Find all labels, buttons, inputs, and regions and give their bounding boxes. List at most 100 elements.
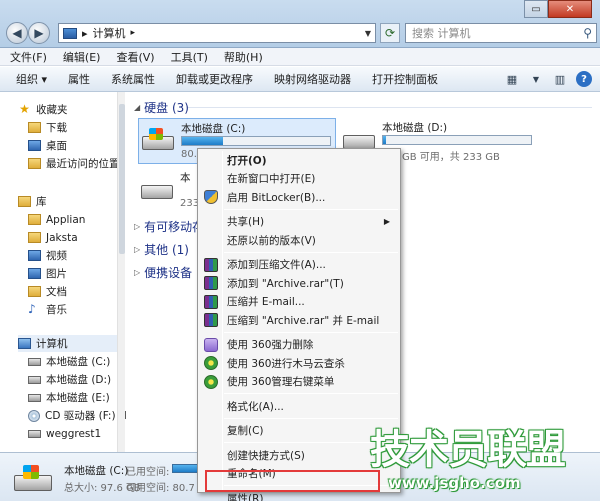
address-bar[interactable]: ▸ 计算机 ▸ ▼ (58, 23, 376, 43)
menu-item-compress-and-email[interactable]: 压缩并 E-mail... (200, 293, 398, 311)
expand-icon[interactable]: ▷ (134, 268, 140, 277)
group-other[interactable]: ▷ 其他 (1) (134, 241, 189, 258)
group-title: 有可移动存 (144, 220, 205, 234)
scrollbar-thumb[interactable] (119, 104, 125, 254)
sidebar-item-music[interactable]: ♪ 音乐 (28, 301, 67, 318)
map-network-drive-button[interactable]: 映射网络驱动器 (274, 71, 351, 87)
menu-item-add-to-archive[interactable]: 添加到压缩文件(A)... (200, 256, 398, 274)
menu-item-create-shortcut[interactable]: 创建快捷方式(S) (200, 446, 398, 464)
help-icon[interactable]: ? (576, 71, 592, 87)
sidebar-item-label: 最近访问的位置 (46, 158, 120, 170)
menu-file[interactable]: 文件(F) (10, 49, 47, 65)
menu-edit[interactable]: 编辑(E) (63, 49, 101, 65)
menu-item-enable-bitlocker[interactable]: 启用 BitLocker(B)... (200, 188, 398, 206)
menu-item-360-context-menu-manager[interactable]: 使用 360管理右键菜单 (200, 373, 398, 391)
close-icon: ✕ (565, 3, 575, 15)
back-button[interactable]: ◀ (6, 22, 28, 44)
pictures-icon (28, 268, 41, 279)
watermark: 技术员联盟 www.jsgho.com (370, 428, 595, 498)
360-icon (204, 374, 218, 389)
sidebar-item-drive-d[interactable]: 本地磁盘 (D:) (28, 371, 111, 388)
menu-item-copy[interactable]: 复制(C) (200, 422, 398, 440)
address-dropdown-icon[interactable]: ▼ (365, 29, 371, 38)
computer-icon (63, 27, 77, 39)
sidebar-favorites[interactable]: ★ 收藏夹 (18, 101, 68, 118)
360-icon (204, 356, 218, 370)
group-portable[interactable]: ▷ 便携设备 (134, 264, 192, 281)
sidebar-item-cd-drive[interactable]: CD 驱动器 (F:) H (28, 407, 127, 424)
sidebar-computer[interactable]: 计算机 (18, 335, 117, 352)
sidebar-item-downloads[interactable]: 下载 (28, 119, 67, 136)
music-icon: ♪ (28, 302, 36, 316)
sidebar-item-network-drive[interactable]: weggrest1 (28, 425, 101, 442)
address-root-arrow[interactable]: ▸ (82, 27, 88, 40)
menu-item-compress-to-rar-and-email[interactable]: 压缩到 "Archive.rar" 并 E-mail (200, 311, 398, 329)
address-path-arrow[interactable]: ▸ (131, 28, 136, 38)
sidebar-item-drive-c[interactable]: 本地磁盘 (C:) (28, 353, 110, 370)
sidebar-item-applian[interactable]: Applian (28, 211, 85, 228)
search-input[interactable]: 搜索 计算机 ⚲ (405, 23, 597, 43)
sidebar-favorites-label: 收藏夹 (36, 104, 68, 116)
menu-item-label: 共享(H) (227, 216, 265, 228)
forward-button[interactable]: ▶ (28, 22, 50, 44)
address-path[interactable]: 计算机 (93, 25, 126, 41)
system-properties-button[interactable]: 系统属性 (111, 71, 155, 87)
sidebar-item-documents[interactable]: 文档 (28, 283, 67, 300)
menu-item-360-trojan-scan[interactable]: 使用 360进行木马云查杀 (200, 354, 398, 372)
menu-view[interactable]: 查看(V) (116, 49, 154, 65)
view-options-icon[interactable]: ▦ (504, 71, 520, 87)
menu-item-label: 添加到压缩文件(A)... (227, 259, 326, 271)
menu-item-label: 压缩到 "Archive.rar" 并 E-mail (227, 314, 380, 327)
group-hard-disks[interactable]: ◢ 硬盘 (3) (134, 99, 189, 116)
system-drive-icon (14, 463, 54, 493)
menu-item-360-force-delete[interactable]: 使用 360强力删除 (200, 336, 398, 354)
open-control-panel-button[interactable]: 打开控制面板 (372, 71, 438, 87)
menu-tools[interactable]: 工具(T) (171, 49, 208, 65)
arrow-right-icon: ▶ (34, 26, 44, 40)
preview-pane-icon[interactable]: ▥ (552, 71, 568, 87)
expand-icon[interactable]: ▷ (134, 222, 140, 231)
group-divider (188, 107, 592, 108)
sidebar-libraries[interactable]: 库 (18, 193, 47, 210)
sidebar-item-drive-e[interactable]: 本地磁盘 (E:) (28, 389, 110, 406)
sidebar-item-desktop[interactable]: 桌面 (28, 137, 67, 154)
sidebar-item-label: 桌面 (46, 140, 67, 152)
downloads-folder-icon (28, 122, 41, 133)
group-title: 便携设备 (144, 266, 193, 280)
context-menu-separator (224, 251, 398, 253)
sidebar-item-label: 文档 (46, 286, 67, 298)
expand-icon[interactable]: ▷ (134, 245, 140, 254)
desktop-icon (28, 140, 41, 151)
menu-item-open-new-window[interactable]: 在新窗口中打开(E) (200, 170, 398, 188)
refresh-button[interactable]: ⟳ (380, 23, 400, 43)
menu-item-format[interactable]: 格式化(A)... (200, 397, 398, 415)
menu-item-share[interactable]: 共享(H) ▶ (200, 213, 398, 231)
sidebar-item-videos[interactable]: 视频 (28, 247, 67, 264)
sidebar-item-label: 图片 (46, 268, 67, 280)
drive-name: 本 (180, 172, 191, 184)
sidebar-computer-label: 计算机 (36, 338, 68, 350)
drive-usage-bar (382, 135, 532, 145)
menu-item-open[interactable]: 打开(O) (200, 151, 398, 169)
maximize-button[interactable]: ▭ (524, 0, 548, 18)
sidebar-item-recent[interactable]: 最近访问的位置 (28, 155, 120, 172)
drive-icon (28, 357, 41, 366)
submenu-arrow-icon: ▶ (383, 217, 390, 226)
group-removable[interactable]: ▷ 有可移动存 (134, 218, 204, 235)
sidebar-item-pictures[interactable]: 图片 (28, 265, 67, 282)
menu-item-label: 属性(R) (227, 492, 264, 501)
search-icon[interactable]: ⚲ (583, 26, 592, 40)
sidebar-item-jaksta[interactable]: Jaksta (28, 229, 78, 246)
organize-button[interactable]: 组织 ▾ (16, 71, 47, 87)
menu-item-add-to-archive-rar[interactable]: 添加到 "Archive.rar"(T) (200, 274, 398, 292)
view-dropdown-icon[interactable]: ▼ (528, 71, 544, 87)
drive-usage-fill (182, 137, 224, 145)
close-button[interactable]: ✕ (548, 0, 592, 18)
properties-button[interactable]: 属性 (68, 71, 90, 87)
menu-item-restore-previous-versions[interactable]: 还原以前的版本(V) (200, 231, 398, 249)
menu-help[interactable]: 帮助(H) (224, 49, 263, 65)
sidebar-scrollbar[interactable] (117, 92, 125, 452)
collapse-icon[interactable]: ◢ (134, 103, 140, 112)
title-bar: ◀ ▶ ▸ 计算机 ▸ ▼ ⟳ 搜索 计算机 ⚲ ▭ ✕ (0, 0, 600, 48)
uninstall-programs-button[interactable]: 卸载或更改程序 (176, 71, 253, 87)
